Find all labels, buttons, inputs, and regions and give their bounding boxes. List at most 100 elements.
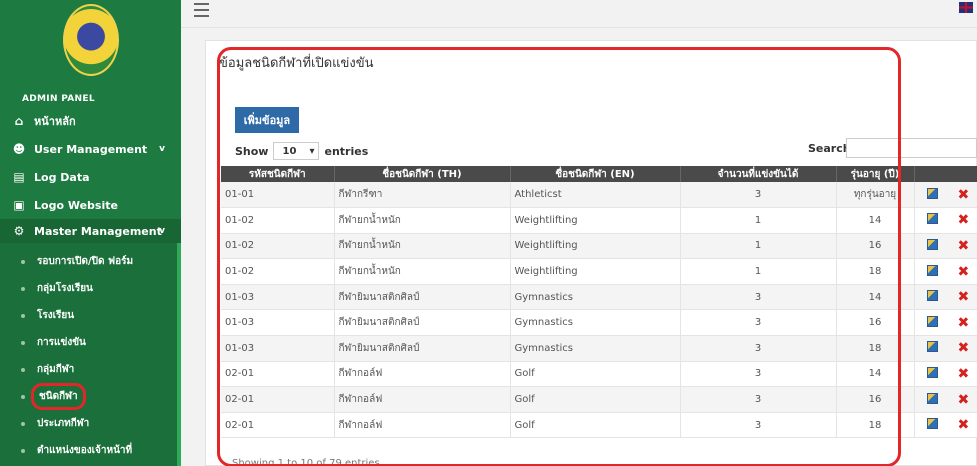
cell-count: 3 — [680, 361, 837, 388]
submenu-item-sport-categories[interactable]: ประเภทกีฬา — [0, 410, 177, 437]
sidebar-item-home[interactable]: ⌂ หน้าหลัก — [0, 107, 181, 135]
hamburger-menu-icon[interactable] — [194, 3, 209, 17]
delete-icon[interactable]: ✖ — [958, 316, 970, 330]
delete-icon[interactable]: ✖ — [958, 418, 970, 432]
sidebar-item-master-management[interactable]: ⚙ Master Management v — [0, 219, 181, 243]
bullet-icon — [21, 421, 25, 426]
submenu-item-sport-groups[interactable]: กลุ่มกีฬา — [0, 356, 177, 383]
home-icon: ⌂ — [14, 114, 24, 128]
column-header-age[interactable]: รุ่นอายุ (ปี) — [836, 166, 915, 182]
submenu-item-sport-types[interactable]: ชนิดกีฬา — [0, 383, 177, 410]
delete-icon[interactable]: ✖ — [958, 341, 970, 355]
cell-age: ทุกรุ่นอายุ — [836, 182, 915, 209]
sidebar-item-label: User Management — [34, 142, 148, 156]
cell-code: 01-02 — [221, 233, 335, 260]
delete-icon[interactable]: ✖ — [958, 239, 970, 253]
master-submenu: รอบการเปิด/ปิด ฟอร์ม กลุ่มโรงเรียน โรงเร… — [0, 243, 181, 466]
log-icon: ▤ — [13, 170, 25, 184]
column-header-actions — [914, 166, 977, 182]
entries-select[interactable]: 10 ▾ — [273, 142, 320, 160]
edit-icon[interactable] — [926, 213, 938, 225]
sidebar-item-log-data[interactable]: ▤ Log Data — [0, 163, 181, 191]
submenu-item-label: ตำแหน่งของเจ้าหน้าที่ — [37, 445, 133, 456]
entries-length-control: Show 10 ▾ entries — [235, 142, 368, 160]
submenu-item-competitions[interactable]: การแข่งขัน — [0, 329, 177, 356]
sidebar-item-logo-website[interactable]: ▣ Logo Website — [0, 191, 181, 219]
submenu-item-school-groups[interactable]: กลุ่มโรงเรียน — [0, 275, 177, 302]
cell-count: 3 — [680, 309, 837, 337]
table-row: 01-02 กีฬายกน้ำหนัก Weightlifting 1 18 ✖ — [221, 258, 977, 285]
table-row: 02-01 กีฬากอล์ฟ Golf 3 16 ✖ — [221, 386, 977, 413]
cell-actions: ✖ — [914, 412, 977, 439]
bullet-icon — [21, 313, 25, 318]
edit-icon[interactable] — [926, 418, 938, 430]
cell-name-th: กีฬากอล์ฟ — [334, 386, 511, 413]
cell-name-en: Weightlifting — [510, 207, 681, 234]
cell-actions: ✖ — [914, 207, 977, 234]
cell-name-en: Gymnastics — [510, 335, 681, 362]
edit-icon[interactable] — [926, 264, 938, 276]
submenu-item-label: ชนิดกีฬา — [31, 383, 86, 410]
admin-panel-label: ADMIN PANEL — [22, 94, 95, 104]
bullet-icon — [21, 394, 25, 399]
delete-icon[interactable]: ✖ — [958, 367, 970, 381]
edit-icon[interactable] — [926, 315, 938, 327]
bullet-icon — [21, 259, 25, 264]
edit-icon[interactable] — [926, 238, 938, 250]
cell-age: 16 — [836, 386, 915, 413]
school-logo — [63, 4, 119, 76]
cell-age: 18 — [836, 335, 915, 362]
cell-actions: ✖ — [914, 309, 977, 337]
submenu-item-schools[interactable]: โรงเรียน — [0, 302, 177, 329]
bullet-icon — [21, 367, 25, 372]
edit-icon[interactable] — [926, 187, 938, 199]
edit-icon[interactable] — [926, 366, 938, 378]
cell-count: 1 — [680, 207, 837, 234]
delete-icon[interactable]: ✖ — [958, 188, 970, 202]
page-title: ข้อมูลชนิดกีฬาที่เปิดแข่งขัน — [219, 56, 374, 71]
cell-name-th: กีฬากรีฑา — [334, 182, 511, 209]
sports-table: รหัสชนิดกีฬา ชื่อชนิดกีฬา (TH) ชื่อชนิดก… — [221, 166, 977, 439]
edit-icon[interactable] — [926, 290, 938, 302]
cell-name-th: กีฬายิมนาสติกศิลป์ — [334, 335, 511, 362]
edit-icon[interactable] — [926, 341, 938, 353]
cell-count: 1 — [680, 233, 837, 260]
sidebar-item-user-management[interactable]: ☻ User Management v — [0, 135, 181, 163]
column-header-code[interactable]: รหัสชนิดกีฬา — [221, 166, 335, 182]
cell-name-en: Gymnastics — [510, 309, 681, 337]
table-header-row: รหัสชนิดกีฬา ชื่อชนิดกีฬา (TH) ชื่อชนิดก… — [221, 166, 977, 182]
cell-actions: ✖ — [914, 284, 977, 311]
cell-name-en: Golf — [510, 412, 681, 439]
image-icon: ▣ — [13, 198, 25, 212]
submenu-item-form-rounds[interactable]: รอบการเปิด/ปิด ฟอร์ม — [0, 248, 177, 275]
edit-icon[interactable] — [926, 392, 938, 404]
search-input[interactable] — [846, 138, 977, 158]
cell-actions: ✖ — [914, 182, 977, 209]
table-row: 01-03 กีฬายิมนาสติกศิลป์ Gymnastics 3 14 ✖ — [221, 284, 977, 311]
delete-icon[interactable]: ✖ — [958, 213, 970, 227]
submenu-item-staff-positions[interactable]: ตำแหน่งของเจ้าหน้าที่ — [0, 437, 177, 464]
cell-age: 18 — [836, 412, 915, 439]
column-header-count[interactable]: จำนวนที่แข่งขันได้ — [680, 166, 837, 182]
add-record-button[interactable]: เพิ่มข้อมูล — [235, 107, 299, 133]
delete-icon[interactable]: ✖ — [958, 393, 970, 407]
table-row: 01-01 กีฬากรีฑา Athleticst 3 ทุกรุ่นอายุ ✖ — [221, 182, 977, 209]
table-row: 01-02 กีฬายกน้ำหนัก Weightlifting 1 16 ✖ — [221, 233, 977, 260]
submenu-item-label: ประเภทกีฬา — [37, 418, 90, 429]
table-info: Showing 1 to 10 of 79 entries — [232, 458, 380, 466]
cell-code: 01-02 — [221, 258, 335, 285]
submenu-item-label: โรงเรียน — [37, 310, 75, 321]
cell-name-en: Gymnastics — [510, 284, 681, 311]
delete-icon[interactable]: ✖ — [958, 290, 970, 304]
cell-name-th: กีฬายิมนาสติกศิลป์ — [334, 284, 511, 311]
column-header-name-en[interactable]: ชื่อชนิดกีฬา (EN) — [510, 166, 681, 182]
cell-code: 02-01 — [221, 386, 335, 413]
column-header-name-th[interactable]: ชื่อชนิดกีฬา (TH) — [334, 166, 511, 182]
bullet-icon — [21, 448, 25, 453]
cell-actions: ✖ — [914, 258, 977, 285]
cell-actions: ✖ — [914, 233, 977, 260]
delete-icon[interactable]: ✖ — [958, 265, 970, 279]
table-row: 01-03 กีฬายิมนาสติกศิลป์ Gymnastics 3 18 ✖ — [221, 335, 977, 362]
sidebar-item-label: หน้าหลัก — [34, 115, 76, 128]
uk-flag-icon[interactable] — [959, 2, 973, 13]
